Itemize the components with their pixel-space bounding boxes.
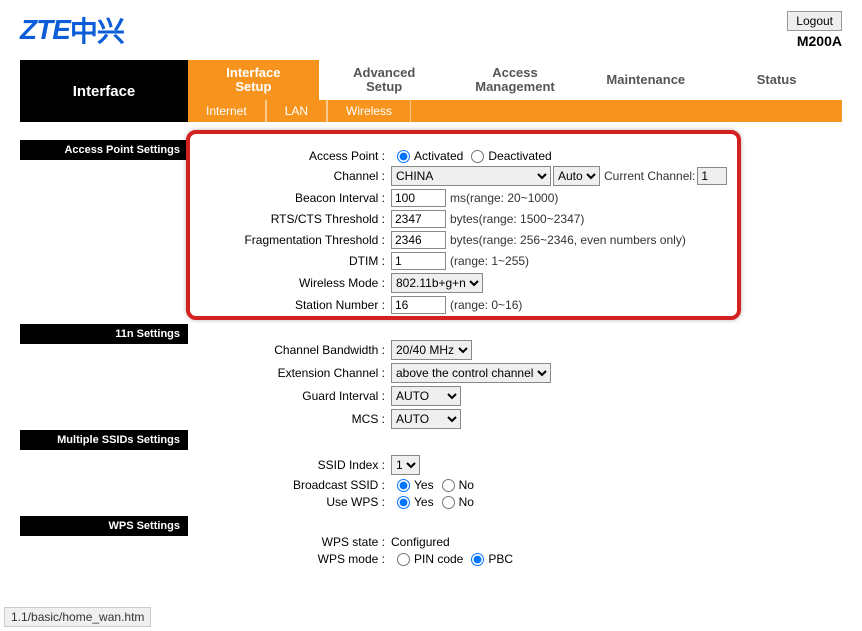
tab-advanced-setup[interactable]: Advanced Setup bbox=[319, 60, 450, 100]
section-wps: WPS Settings bbox=[20, 516, 188, 536]
tab-maintenance[interactable]: Maintenance bbox=[580, 60, 711, 100]
page-title: Interface bbox=[20, 60, 188, 122]
subtab-wireless[interactable]: Wireless bbox=[327, 100, 411, 122]
current-channel-value bbox=[697, 167, 727, 185]
wireless-mode-select[interactable]: 802.11b+g+n bbox=[391, 273, 483, 293]
pin-label: PIN code bbox=[414, 552, 463, 566]
yes-label: Yes bbox=[414, 478, 434, 492]
station-hint: (range: 0~16) bbox=[450, 298, 522, 312]
station-label: Station Number : bbox=[196, 298, 391, 312]
frag-hint: bytes(range: 256~2346, even numbers only… bbox=[450, 233, 686, 247]
status-bar-url: 1.1/basic/home_wan.htm bbox=[4, 607, 151, 627]
rts-label: RTS/CTS Threshold : bbox=[196, 212, 391, 226]
wps-state-label: WPS state : bbox=[196, 535, 391, 549]
dtim-input[interactable] bbox=[391, 252, 446, 270]
bandwidth-label: Channel Bandwidth : bbox=[196, 343, 391, 357]
yes-label-2: Yes bbox=[414, 495, 434, 509]
subtab-internet[interactable]: Internet bbox=[188, 100, 266, 122]
no-label-2: No bbox=[459, 495, 474, 509]
beacon-input[interactable] bbox=[391, 189, 446, 207]
section-access-point: Access Point Settings bbox=[20, 140, 188, 160]
bandwidth-select[interactable]: 20/40 MHz bbox=[391, 340, 472, 360]
wps-pbc-radio[interactable] bbox=[471, 553, 484, 566]
use-wps-label: Use WPS : bbox=[196, 495, 391, 509]
frag-input[interactable] bbox=[391, 231, 446, 249]
mcs-label: MCS : bbox=[196, 412, 391, 426]
model-label: M200A bbox=[787, 33, 842, 49]
beacon-label: Beacon Interval : bbox=[196, 191, 391, 205]
guard-interval-label: Guard Interval : bbox=[196, 389, 391, 403]
wps-pin-radio[interactable] bbox=[397, 553, 410, 566]
channel-country-select[interactable]: CHINA bbox=[391, 166, 551, 186]
dtim-hint: (range: 1~255) bbox=[450, 254, 529, 268]
frag-label: Fragmentation Threshold : bbox=[196, 233, 391, 247]
wireless-mode-label: Wireless Mode : bbox=[196, 276, 391, 290]
current-channel-label: Current Channel: bbox=[604, 169, 695, 183]
rts-hint: bytes(range: 1500~2347) bbox=[450, 212, 584, 226]
channel-label: Channel : bbox=[196, 169, 391, 183]
ssid-index-select[interactable]: 1 bbox=[391, 455, 420, 475]
access-point-label: Access Point : bbox=[196, 149, 391, 163]
section-ssid: Multiple SSIDs Settings bbox=[20, 430, 188, 450]
station-input[interactable] bbox=[391, 296, 446, 314]
logout-button[interactable]: Logout bbox=[787, 11, 842, 31]
ext-channel-label: Extension Channel : bbox=[196, 366, 391, 380]
mcs-select[interactable]: AUTO bbox=[391, 409, 461, 429]
guard-interval-select[interactable]: AUTO bbox=[391, 386, 461, 406]
tab-interface-setup[interactable]: Interface Setup bbox=[188, 60, 319, 100]
broadcast-no-radio[interactable] bbox=[442, 479, 455, 492]
broadcast-ssid-label: Broadcast SSID : bbox=[196, 478, 391, 492]
ext-channel-select[interactable]: above the control channel bbox=[391, 363, 551, 383]
usewps-no-radio[interactable] bbox=[442, 496, 455, 509]
brand-logo: ZTE中兴 bbox=[20, 10, 124, 50]
deactivated-label: Deactivated bbox=[488, 149, 551, 163]
subtab-lan[interactable]: LAN bbox=[266, 100, 327, 122]
no-label: No bbox=[459, 478, 474, 492]
access-point-deactivated-radio[interactable] bbox=[471, 150, 484, 163]
access-point-activated-radio[interactable] bbox=[397, 150, 410, 163]
beacon-hint: ms(range: 20~1000) bbox=[450, 191, 558, 205]
wps-state-value: Configured bbox=[391, 535, 450, 549]
usewps-yes-radio[interactable] bbox=[397, 496, 410, 509]
wps-mode-label: WPS mode : bbox=[196, 552, 391, 566]
pbc-label: PBC bbox=[488, 552, 513, 566]
channel-auto-select[interactable]: Auto bbox=[553, 166, 600, 186]
section-11n: 11n Settings bbox=[20, 324, 188, 344]
activated-label: Activated bbox=[414, 149, 463, 163]
dtim-label: DTIM : bbox=[196, 254, 391, 268]
tab-access-management[interactable]: Access Management bbox=[450, 60, 581, 100]
rts-input[interactable] bbox=[391, 210, 446, 228]
tab-status[interactable]: Status bbox=[711, 60, 842, 100]
ssid-index-label: SSID Index : bbox=[196, 458, 391, 472]
broadcast-yes-radio[interactable] bbox=[397, 479, 410, 492]
